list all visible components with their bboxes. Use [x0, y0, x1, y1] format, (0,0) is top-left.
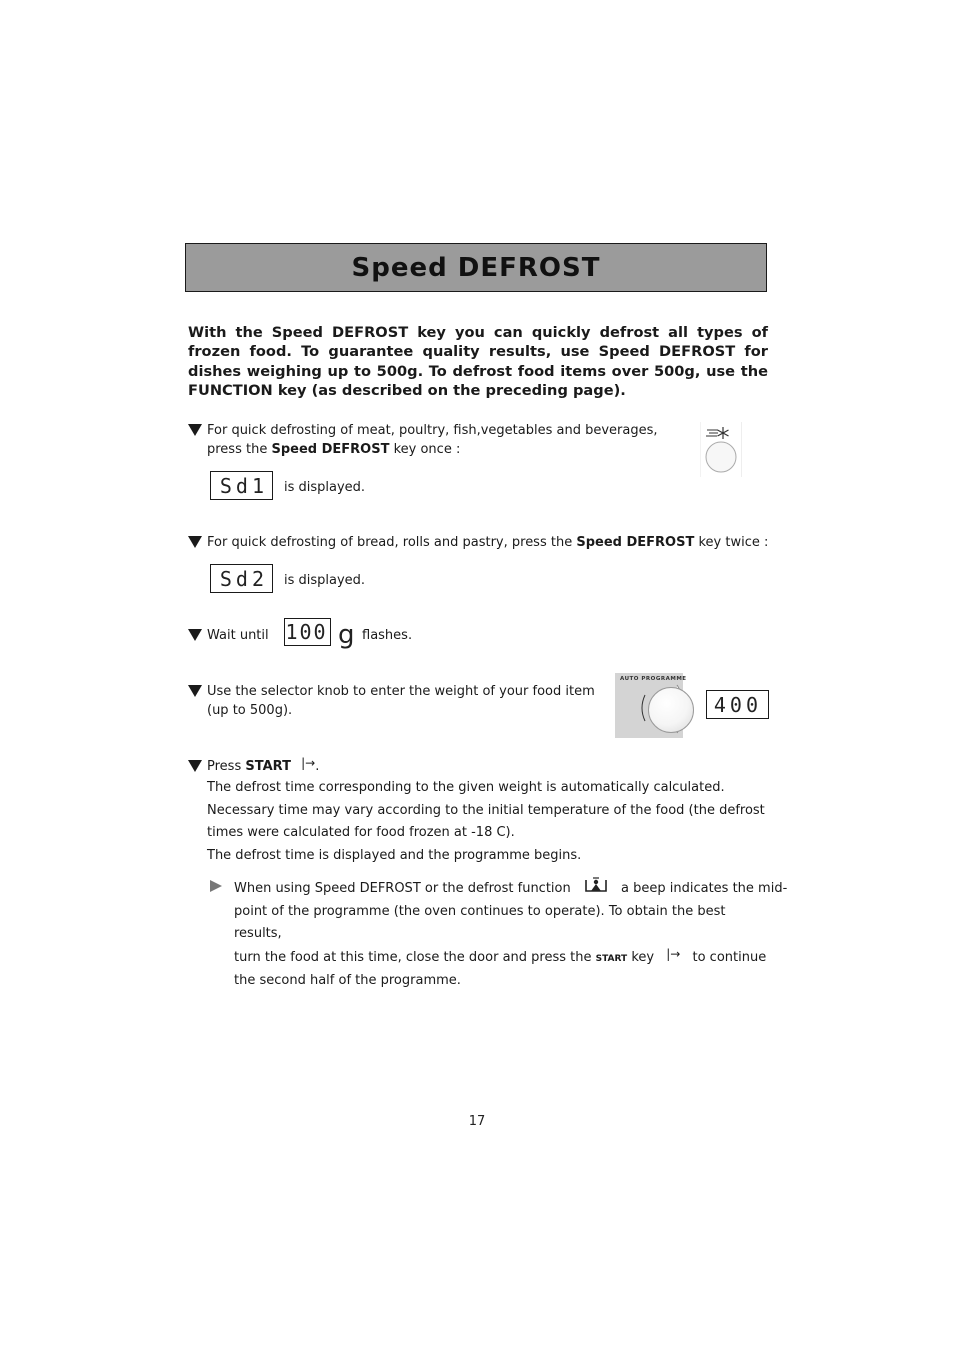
speed-defrost-key-icon [700, 422, 742, 477]
note-arrow-icon [210, 880, 222, 892]
note-text: When using Speed DEFROST or the defrost … [234, 881, 571, 896]
speed-defrost-label: Speed DEFROST [271, 442, 390, 457]
intro-paragraph: With the Speed DEFROST key you can quick… [188, 324, 768, 399]
step-5-text: Press [207, 759, 246, 774]
bullet-triangle-icon [188, 685, 202, 697]
note-text: to continue [692, 949, 767, 965]
step-4-line1: Use the selector knob to enter the weigh… [207, 684, 595, 699]
step-5-line: Necessary time may vary according to the… [207, 802, 765, 818]
bullet-triangle-icon [188, 760, 202, 772]
note-line: the second half of the programme. [234, 973, 461, 988]
step-1: For quick defrosting of meat, poultry, f… [188, 421, 668, 459]
lcd-display-400: 400 [706, 690, 769, 719]
display-caption: is displayed. [284, 480, 366, 495]
step-2: For quick defrosting of bread, rolls and… [188, 533, 778, 552]
step-4-line2: (up to 500g). [207, 703, 293, 718]
step-3: Wait until [188, 626, 269, 645]
step-1-text: press the [207, 442, 272, 457]
snowflake-icon [705, 427, 737, 473]
bullet-triangle-icon [188, 629, 202, 641]
step-1-line1: For quick defrosting of meat, poultry, f… [207, 423, 658, 438]
weight-unit: g [338, 620, 355, 650]
section-title-box: Speed DEFROST [185, 243, 767, 292]
lcd-display-sd2: Sd2 [210, 564, 273, 593]
note-text: a beep indicates the mid- [621, 881, 788, 896]
step-5-line: The defrost time corresponding to the gi… [207, 780, 725, 795]
note-line: point of the programme (the oven continu… [234, 903, 726, 942]
start-label-small: START [595, 953, 628, 964]
lcd-value: Sd2 [219, 566, 268, 591]
selector-knob-panel: AUTO PROGRAMME [615, 673, 694, 738]
step-3-text-end: flashes. [362, 628, 413, 643]
step-5-line: times were calculated for food frozen at… [207, 825, 515, 840]
start-label: START [245, 759, 291, 774]
start-arrow-icon: |→ [666, 946, 681, 961]
lcd-value: Sd1 [219, 473, 268, 498]
lcd-value: 400 [713, 692, 762, 717]
step-3-text: Wait until [207, 628, 269, 643]
step-2-text-end: key twice : [694, 535, 769, 550]
page-title: Speed DEFROST [351, 252, 601, 283]
period: . [315, 759, 320, 774]
lcd-display-100: 100 [284, 618, 331, 646]
note-text: turn the food at this time, close the do… [234, 949, 592, 965]
bullet-triangle-icon [188, 424, 202, 436]
lcd-value: 100 [285, 620, 328, 644]
defrost-function-icon [585, 877, 607, 892]
page-number: 17 [468, 1114, 486, 1129]
step-4: Use the selector knob to enter the weigh… [188, 682, 608, 720]
selector-knob[interactable] [648, 687, 694, 733]
bullet-triangle-icon [188, 536, 202, 548]
note-text: key [631, 949, 655, 965]
start-arrow-icon: |→ [301, 756, 316, 770]
step-1-text-end: key once : [389, 442, 461, 457]
step-2-text: For quick defrosting of bread, rolls and… [207, 535, 577, 550]
step-5-line: The defrost time is displayed and the pr… [207, 847, 582, 863]
step-1-line2: press the Speed DEFROST key once : [207, 440, 668, 459]
note: When using Speed DEFROST or the defrost … [210, 876, 787, 993]
speed-defrost-label: Speed DEFROST [576, 535, 695, 550]
note-line: turn the food at this time, close the do… [234, 946, 768, 971]
lcd-display-sd1: Sd1 [210, 471, 273, 500]
display-caption: is displayed. [284, 573, 366, 588]
step-5: Press START |→. The defrost time corresp… [188, 756, 773, 867]
